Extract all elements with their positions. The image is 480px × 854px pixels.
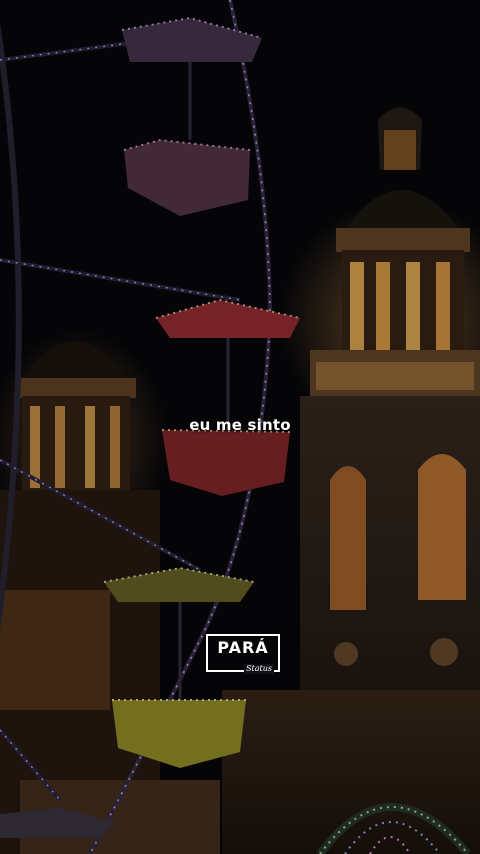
- watermark-subtitle: Status: [244, 664, 274, 674]
- subtitle-caption: eu me sinto: [189, 416, 291, 434]
- para-status-watermark: PARÁ Status: [206, 634, 280, 674]
- watermark-title: PARÁ: [217, 638, 269, 657]
